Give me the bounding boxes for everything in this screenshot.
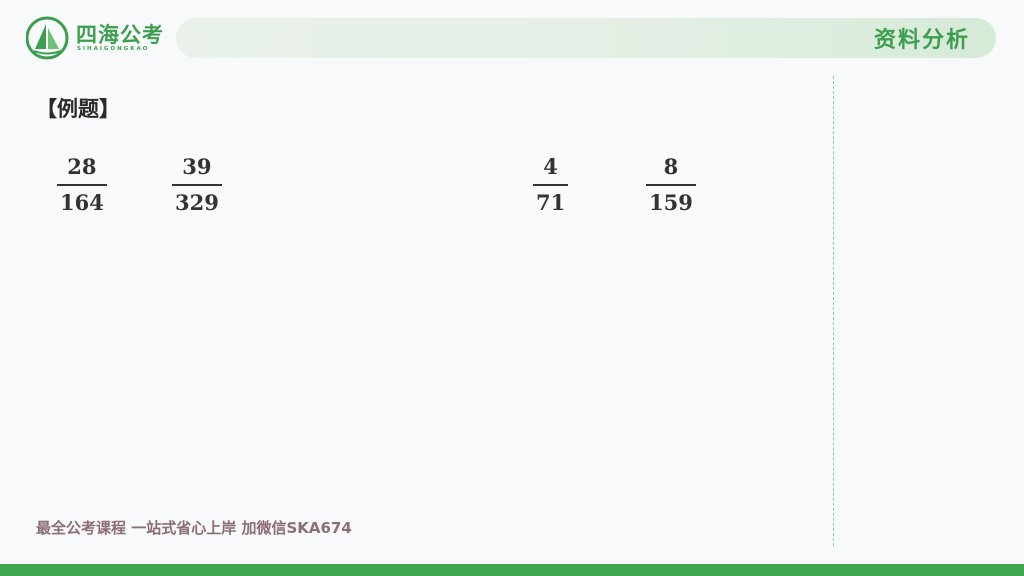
fraction-denominator: 329 [175, 190, 219, 215]
fraction-3: 4 71 [533, 154, 569, 216]
fraction-4: 8 159 [646, 154, 696, 216]
fraction-denominator: 71 [536, 190, 566, 215]
fraction-bar [57, 184, 107, 186]
fraction-denominator: 159 [649, 190, 693, 215]
logo-subtext: SIHAIGONGKAO [77, 46, 150, 52]
fraction-2: 39 329 [172, 154, 222, 216]
logo-text: 四海公考 [76, 23, 164, 47]
fraction-denominator: 164 [60, 190, 104, 215]
logo: 四海公考 SIHAIGONGKAO [26, 16, 176, 60]
fraction-bar [646, 184, 696, 186]
fraction-bar [172, 184, 222, 186]
footer-text: 最全公考课程 一站式省心上岸 加微信SKA674 [36, 519, 352, 537]
section-title: 资料分析 [873, 28, 970, 53]
sail-logo-icon [26, 16, 69, 60]
fraction-numerator: 39 [182, 154, 212, 179]
fraction-numerator: 28 [67, 154, 97, 179]
bottom-bar [0, 564, 1024, 576]
example-label: 【例题】 [36, 97, 120, 121]
fraction-numerator: 4 [543, 154, 558, 179]
fraction-1: 28 164 [57, 154, 107, 216]
fraction-bar [533, 184, 569, 186]
vertical-divider [833, 76, 834, 546]
fraction-numerator: 8 [663, 154, 679, 179]
